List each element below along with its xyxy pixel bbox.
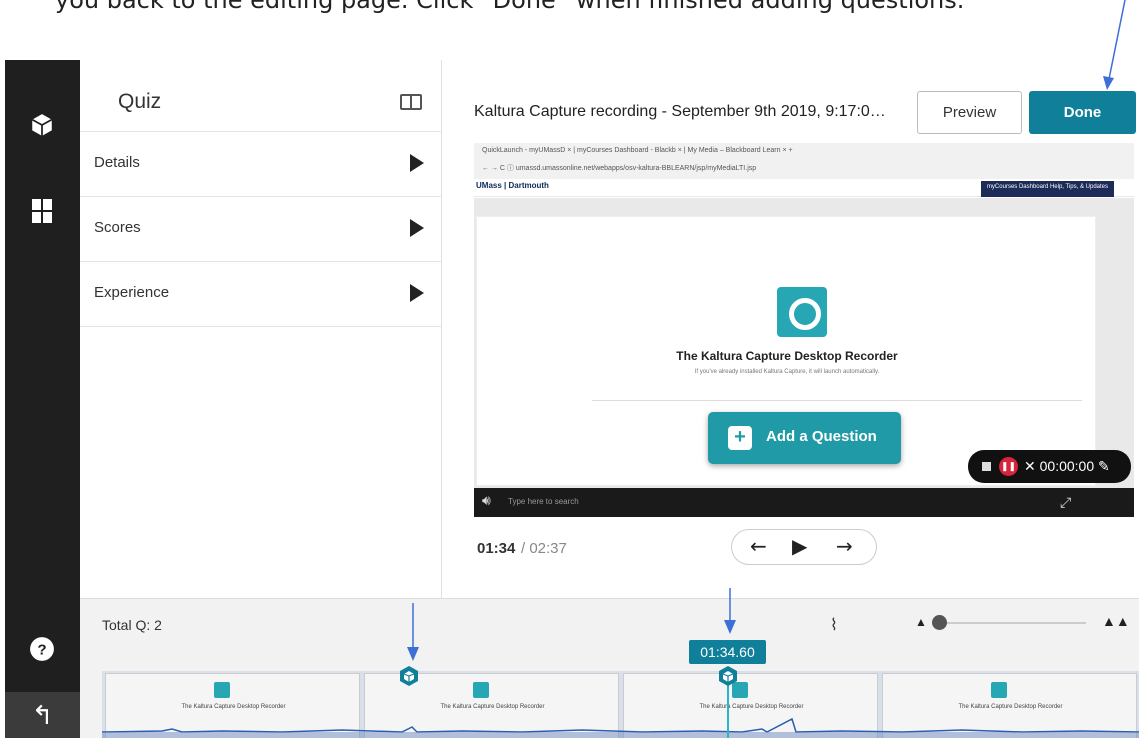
expand-arrow-icon[interactable] — [410, 154, 424, 172]
zoom-slider-handle[interactable] — [932, 615, 947, 630]
page-title: The Kaltura Capture Desktop Recorder — [676, 349, 898, 363]
recorder-time-value: 00:00:00 — [1039, 458, 1095, 474]
left-sidebar: ? ↰ — [5, 60, 80, 738]
kaltura-logo-icon — [777, 287, 827, 337]
timeline-panel: Total Q: 2 ⌇ ▲ ▲▲ The Kaltura Capture De… — [80, 598, 1139, 738]
pause-icon[interactable]: ❚❚ — [999, 457, 1018, 476]
back-icon[interactable]: ↰ — [5, 692, 80, 738]
app-root: you back to the editing page. Click “Don… — [0, 0, 1139, 738]
video-title: Kaltura Capture recording - September 9t… — [474, 103, 886, 120]
frame-caption: The Kaltura Capture Desktop Recorder — [699, 704, 804, 710]
quiz-title: Quiz — [118, 90, 162, 113]
divider — [592, 400, 1082, 401]
zoom-out-icon[interactable]: ▲ — [915, 615, 927, 629]
annotation-arrow — [724, 588, 736, 634]
fullscreen-icon[interactable]: ⤢ — [1060, 494, 1071, 511]
plus-icon: + — [728, 426, 752, 450]
panel-toggle-icon[interactable] — [400, 94, 422, 110]
playback-controls: ← ▶ → — [731, 529, 877, 565]
page-subtitle: If you've already installed Kaltura Capt… — [694, 369, 880, 375]
done-button[interactable]: Done — [1029, 91, 1136, 134]
cube-icon[interactable] — [27, 110, 57, 140]
row-details[interactable]: Details — [80, 132, 441, 197]
svg-text:?: ? — [37, 641, 46, 658]
total-time: / 02:37 — [521, 540, 567, 557]
expand-arrow-icon[interactable] — [410, 284, 424, 302]
stop-icon[interactable] — [982, 462, 991, 471]
browser-chrome: QuickLaunch - myUMassD × | myCourses Das… — [474, 143, 1134, 179]
question-marker-icon[interactable] — [398, 665, 420, 687]
row-label: Scores — [94, 219, 141, 236]
video-player[interactable]: QuickLaunch - myUMassD × | myCourses Das… — [474, 143, 1134, 517]
preview-button[interactable]: Preview — [917, 91, 1022, 134]
browser-tabs: QuickLaunch - myUMassD × | myCourses Das… — [482, 147, 793, 154]
timeline-strip[interactable]: The Kaltura Capture Desktop Recorder The… — [102, 671, 1139, 738]
row-experience[interactable]: Experience — [80, 262, 441, 327]
total-questions: Total Q: 2 — [102, 617, 162, 633]
annotation-arrow — [1103, 0, 1126, 90]
kaltura-logo-icon — [473, 682, 489, 698]
recorder-controls: ❚❚ ✕ 00:00:00 ✎ — [968, 450, 1131, 483]
prev-icon[interactable]: ← — [750, 534, 767, 558]
frame-caption: The Kaltura Capture Desktop Recorder — [181, 704, 286, 710]
help-icon[interactable]: ? — [27, 634, 57, 664]
play-icon[interactable]: ▶ — [792, 534, 807, 558]
taskbar-search: Type here to search — [508, 497, 579, 506]
row-label: Details — [94, 154, 140, 171]
row-label: Experience — [94, 284, 170, 301]
kaltura-logo-icon — [991, 682, 1007, 698]
annotation-arrow — [407, 603, 419, 661]
instruction-text: you back to the editing page. Click “Don… — [55, 0, 965, 14]
recorder-time: ✕ 00:00:00 ✎ — [1024, 458, 1110, 474]
quiz-panel: Quiz Details Scores Experience — [80, 60, 442, 598]
browser-url: ← → C ⓘ umassd.umassonline.net/webapps/o… — [482, 165, 757, 172]
site-tabs: myCourses Dashboard Help, Tips, & Update… — [980, 181, 1114, 197]
frame-caption: The Kaltura Capture Desktop Recorder — [440, 704, 545, 710]
expand-arrow-icon[interactable] — [410, 219, 424, 237]
frame-caption: The Kaltura Capture Desktop Recorder — [958, 704, 1063, 710]
layout-icon[interactable] — [27, 196, 57, 226]
add-question-label: Add a Question — [766, 428, 877, 445]
waveform-icon[interactable]: ⌇ — [830, 615, 838, 635]
playhead-time: 01:34.60 — [689, 640, 766, 664]
current-time: 01:34 — [477, 540, 516, 557]
quiz-panel-header: Quiz — [80, 60, 441, 132]
row-scores[interactable]: Scores — [80, 197, 441, 262]
next-icon[interactable]: → — [836, 534, 853, 558]
volume-icon[interactable]: 🔊︎ — [482, 492, 491, 509]
question-marker-icon[interactable] — [717, 665, 739, 687]
zoom-slider-track[interactable] — [938, 622, 1086, 624]
taskbar: 🔊︎ Type here to search ⤢ — [474, 488, 1134, 517]
audio-waveform — [102, 717, 1139, 738]
zoom-in-icon[interactable]: ▲▲ — [1102, 613, 1130, 629]
add-question-button[interactable]: + Add a Question — [708, 412, 901, 464]
site-header: UMass | Dartmouth myCourses Dashboard He… — [474, 179, 1134, 197]
site-logo: UMass | Dartmouth — [476, 181, 549, 190]
kaltura-logo-icon — [214, 682, 230, 698]
